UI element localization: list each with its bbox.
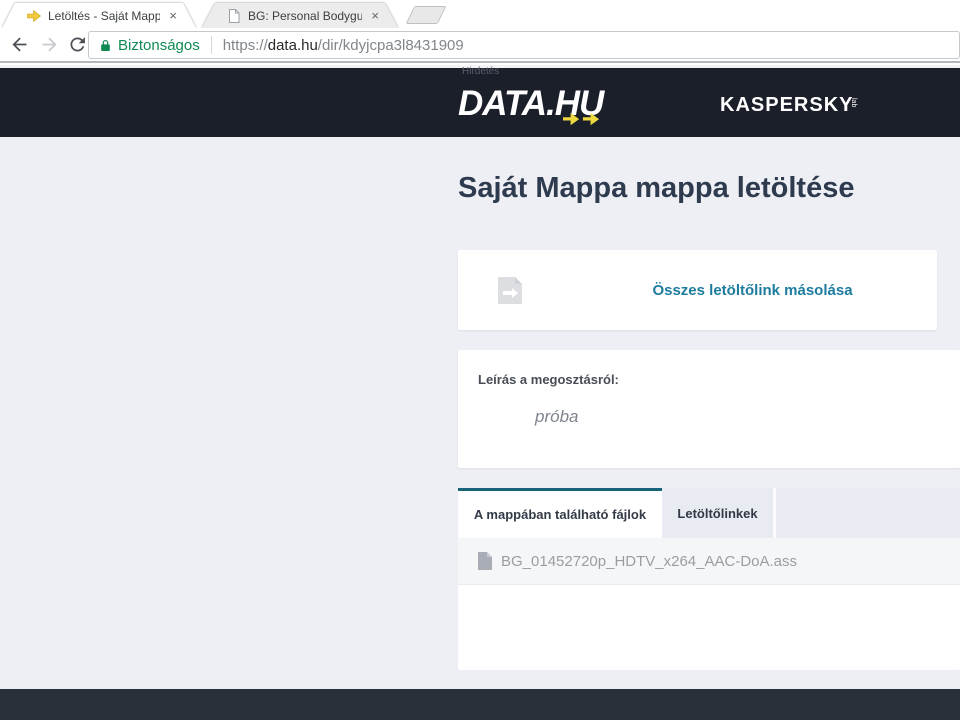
copy-document-icon: [497, 276, 523, 305]
file-icon: [478, 552, 492, 570]
description-value: próba: [535, 407, 578, 427]
new-tab-button[interactable]: [406, 6, 447, 24]
page-title: Saját Mappa mappa letöltése: [458, 172, 854, 205]
url-path: /dir/kdyjcpa3l8431909: [318, 37, 464, 54]
tab-title: Letöltés - Saját Mappa | D: [48, 9, 160, 23]
datahu-logo-arrows-icon: [563, 112, 603, 127]
page-footer: [0, 689, 960, 720]
description-card: Leírás a megosztásról: próba: [458, 350, 960, 468]
kaspersky-logo[interactable]: KASPERSKY lab: [720, 94, 867, 117]
lock-icon: [99, 38, 112, 53]
omnibox-separator: [211, 36, 212, 54]
copy-all-card: Összes letöltőlink másolása: [458, 250, 937, 330]
ad-banner: Hirdetés DATA.HU KASPERSKY lab: [0, 68, 960, 137]
reload-icon[interactable]: [67, 34, 88, 55]
copy-all-links-button[interactable]: Összes letöltőlink másolása: [568, 250, 937, 330]
forward-icon[interactable]: [39, 34, 60, 55]
tab-close-icon[interactable]: ×: [368, 7, 382, 24]
url-text: https://data.hu/dir/kdyjcpa3l8431909: [223, 37, 464, 54]
back-icon[interactable]: [9, 34, 30, 55]
tab-close-icon[interactable]: ×: [166, 7, 180, 24]
tab-separator: [773, 488, 776, 538]
browser-window: Letöltés - Saját Mappa | D × BG: Persona…: [0, 0, 960, 720]
browser-tab-current[interactable]: Letöltés - Saját Mappa | D ×: [2, 3, 196, 28]
kaspersky-logo-text: KASPERSKY: [720, 94, 853, 117]
browser-tab-background[interactable]: BG: Personal Bodyguard ×: [202, 3, 398, 28]
url-host: data.hu: [268, 37, 318, 54]
kaspersky-logo-suffix: lab: [850, 98, 857, 107]
tab-strip: Letöltés - Saját Mappa | D × BG: Persona…: [0, 0, 960, 28]
address-bar[interactable]: Biztonságos https://data.hu/dir/kdyjcpa3…: [88, 31, 960, 59]
description-label: Leírás a megosztásról:: [478, 372, 619, 387]
url-scheme: https://: [223, 37, 268, 54]
page-favicon-icon: [226, 8, 242, 24]
datahu-arrow-favicon-icon: [26, 8, 42, 24]
file-list-item[interactable]: BG_01452720p_HDTV_x264_AAC-DoA.ass: [458, 538, 960, 585]
files-card: A mappában található fájlok Letöltőlinke…: [458, 488, 960, 670]
secure-label: Biztonságos: [118, 37, 200, 54]
tab-download-links[interactable]: Letöltőlinkek: [662, 488, 773, 538]
tab-files-in-folder[interactable]: A mappában található fájlok: [458, 488, 662, 538]
ad-label: Hirdetés: [462, 66, 499, 77]
file-name: BG_01452720p_HDTV_x264_AAC-DoA.ass: [501, 553, 797, 570]
tab-title: BG: Personal Bodyguard: [248, 9, 362, 23]
browser-toolbar: Biztonságos https://data.hu/dir/kdyjcpa3…: [0, 28, 960, 63]
